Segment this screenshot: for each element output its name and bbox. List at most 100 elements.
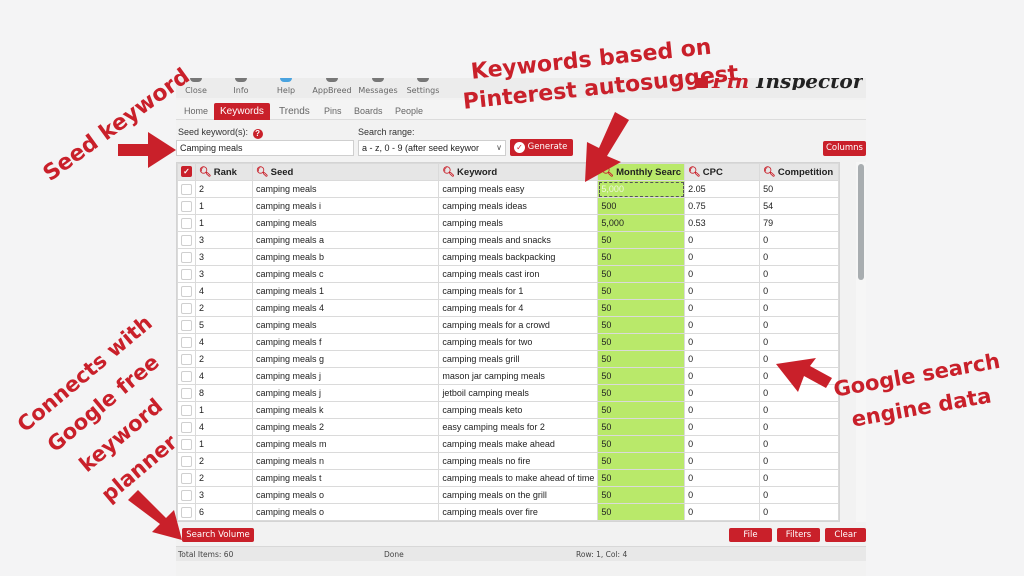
- select-all-checkbox[interactable]: ✓: [181, 166, 192, 178]
- seed-cell[interactable]: camping meals 4: [251, 299, 440, 317]
- row-select-cell[interactable]: [177, 265, 196, 283]
- table-row[interactable]: 8 camping meals j jetboil camping meals 50 0…: [177, 384, 839, 402]
- monthly-searches-cell[interactable]: 50: [597, 350, 686, 368]
- row-select-cell[interactable]: [177, 367, 196, 385]
- vertical-scrollbar[interactable]: [856, 162, 866, 522]
- rank-cell[interactable]: 2: [195, 469, 253, 487]
- row-checkbox[interactable]: [181, 302, 192, 314]
- monthly-searches-cell[interactable]: 50: [597, 418, 686, 436]
- table-row[interactable]: 3 camping meals a camping meals and snacks…: [177, 231, 839, 249]
- clear-button[interactable]: Clear: [825, 528, 866, 542]
- row-select-cell[interactable]: [177, 316, 196, 334]
- keyword-cell[interactable]: camping meals for a crowd: [438, 316, 599, 334]
- seed-cell[interactable]: camping meals: [251, 180, 440, 198]
- keyword-cell[interactable]: camping meals for 4: [438, 299, 599, 317]
- cpc-cell[interactable]: 0: [684, 469, 761, 487]
- competition-cell[interactable]: 0: [759, 401, 839, 419]
- cpc-cell[interactable]: 0: [684, 452, 761, 470]
- row-select-cell[interactable]: [177, 231, 196, 249]
- table-row[interactable]: 3 camping meals b camping meals backpackin…: [177, 248, 839, 266]
- tab-pins[interactable]: Pins: [318, 103, 348, 120]
- row-select-cell[interactable]: [177, 299, 196, 317]
- seed-cell[interactable]: camping meals g: [251, 350, 440, 368]
- rank-cell[interactable]: 2: [195, 350, 253, 368]
- keyword-cell[interactable]: camping meals over fire: [438, 503, 599, 521]
- table-row[interactable]: 3 camping meals o camping meals on the gri…: [177, 486, 839, 504]
- monthly-searches-cell[interactable]: 50: [597, 384, 686, 402]
- seed-cell[interactable]: camping meals o: [251, 486, 440, 504]
- competition-cell[interactable]: 0: [759, 333, 839, 351]
- table-row[interactable]: 3 camping meals c camping meals cast iron 5…: [177, 265, 839, 283]
- seed-cell[interactable]: camping meals i: [251, 197, 440, 215]
- table-row[interactable]: 4 camping meals f camping meals for two 50 0…: [177, 333, 839, 351]
- row-select-cell[interactable]: [177, 197, 196, 215]
- row-checkbox[interactable]: [181, 387, 192, 399]
- monthly-searches-cell[interactable]: 50: [597, 503, 686, 521]
- competition-cell[interactable]: 0: [759, 469, 839, 487]
- keyword-cell[interactable]: camping meals cast iron: [438, 265, 599, 283]
- row-checkbox[interactable]: [181, 370, 192, 382]
- rank-cell[interactable]: 3: [195, 486, 253, 504]
- cpc-cell[interactable]: 0: [684, 401, 761, 419]
- seed-cell[interactable]: camping meals: [251, 316, 440, 334]
- row-checkbox[interactable]: [181, 217, 192, 229]
- row-select-cell[interactable]: [177, 384, 196, 402]
- keyword-cell[interactable]: camping meals backpacking: [438, 248, 599, 266]
- tab-home[interactable]: Home: [178, 103, 214, 120]
- seed-cell[interactable]: camping meals t: [251, 469, 440, 487]
- cpc-cell[interactable]: 0: [684, 282, 761, 300]
- rank-cell[interactable]: 2: [195, 180, 253, 198]
- rank-cell[interactable]: 1: [195, 197, 253, 215]
- monthly-searches-cell[interactable]: 5,000: [597, 214, 686, 232]
- toolbar-messages[interactable]: Messages: [358, 78, 398, 95]
- keyword-cell[interactable]: camping meals make ahead: [438, 435, 599, 453]
- column-header-rank[interactable]: 🔍︎ Rank: [195, 163, 253, 181]
- seed-cell[interactable]: camping meals m: [251, 435, 440, 453]
- table-row[interactable]: 1 camping meals m camping meals make ahead…: [177, 435, 839, 453]
- keyword-cell[interactable]: camping meals grill: [438, 350, 599, 368]
- tab-keywords[interactable]: Keywords: [214, 103, 270, 120]
- row-select-cell[interactable]: [177, 214, 196, 232]
- cpc-cell[interactable]: 0: [684, 418, 761, 436]
- row-select-cell[interactable]: [177, 401, 196, 419]
- cpc-cell[interactable]: 0: [684, 367, 761, 385]
- keyword-cell[interactable]: camping meals for 1: [438, 282, 599, 300]
- table-row[interactable]: 1 camping meals camping meals 5,000 0.53 79: [177, 214, 839, 232]
- toolbar-help[interactable]: Help: [276, 78, 296, 95]
- row-select-cell[interactable]: [177, 282, 196, 300]
- row-checkbox[interactable]: [181, 200, 192, 212]
- rank-cell[interactable]: 3: [195, 248, 253, 266]
- seed-cell[interactable]: camping meals j: [251, 384, 440, 402]
- seed-cell[interactable]: camping meals 1: [251, 282, 440, 300]
- keyword-cell[interactable]: camping meals: [438, 214, 599, 232]
- seed-keyword-input[interactable]: [176, 140, 354, 156]
- rank-cell[interactable]: 1: [195, 401, 253, 419]
- row-checkbox[interactable]: [181, 183, 192, 195]
- row-checkbox[interactable]: [181, 404, 192, 416]
- row-checkbox[interactable]: [181, 268, 192, 280]
- table-row[interactable]: 2 camping meals g camping meals grill 50 0 0: [177, 350, 839, 368]
- competition-cell[interactable]: 79: [759, 214, 839, 232]
- row-select-cell[interactable]: [177, 350, 196, 368]
- competition-cell[interactable]: 50: [759, 180, 839, 198]
- monthly-searches-cell[interactable]: 50: [597, 435, 686, 453]
- competition-cell[interactable]: 0: [759, 265, 839, 283]
- toolbar-info[interactable]: Info: [231, 78, 251, 95]
- row-checkbox[interactable]: [181, 234, 192, 246]
- rank-cell[interactable]: 2: [195, 299, 253, 317]
- rank-cell[interactable]: 4: [195, 367, 253, 385]
- seed-cell[interactable]: camping meals 2: [251, 418, 440, 436]
- cpc-cell[interactable]: 0: [684, 384, 761, 402]
- rank-cell[interactable]: 3: [195, 231, 253, 249]
- competition-cell[interactable]: 0: [759, 231, 839, 249]
- row-checkbox[interactable]: [181, 421, 192, 433]
- row-checkbox[interactable]: [181, 319, 192, 331]
- search-range-select[interactable]: a - z, 0 - 9 (after seed keywor ∨: [358, 140, 506, 156]
- cpc-cell[interactable]: 0: [684, 503, 761, 521]
- tab-boards[interactable]: Boards: [348, 103, 389, 120]
- monthly-searches-cell[interactable]: 50: [597, 248, 686, 266]
- competition-cell[interactable]: 0: [759, 452, 839, 470]
- competition-cell[interactable]: 0: [759, 435, 839, 453]
- monthly-searches-cell[interactable]: 50: [597, 282, 686, 300]
- row-checkbox[interactable]: [181, 438, 192, 450]
